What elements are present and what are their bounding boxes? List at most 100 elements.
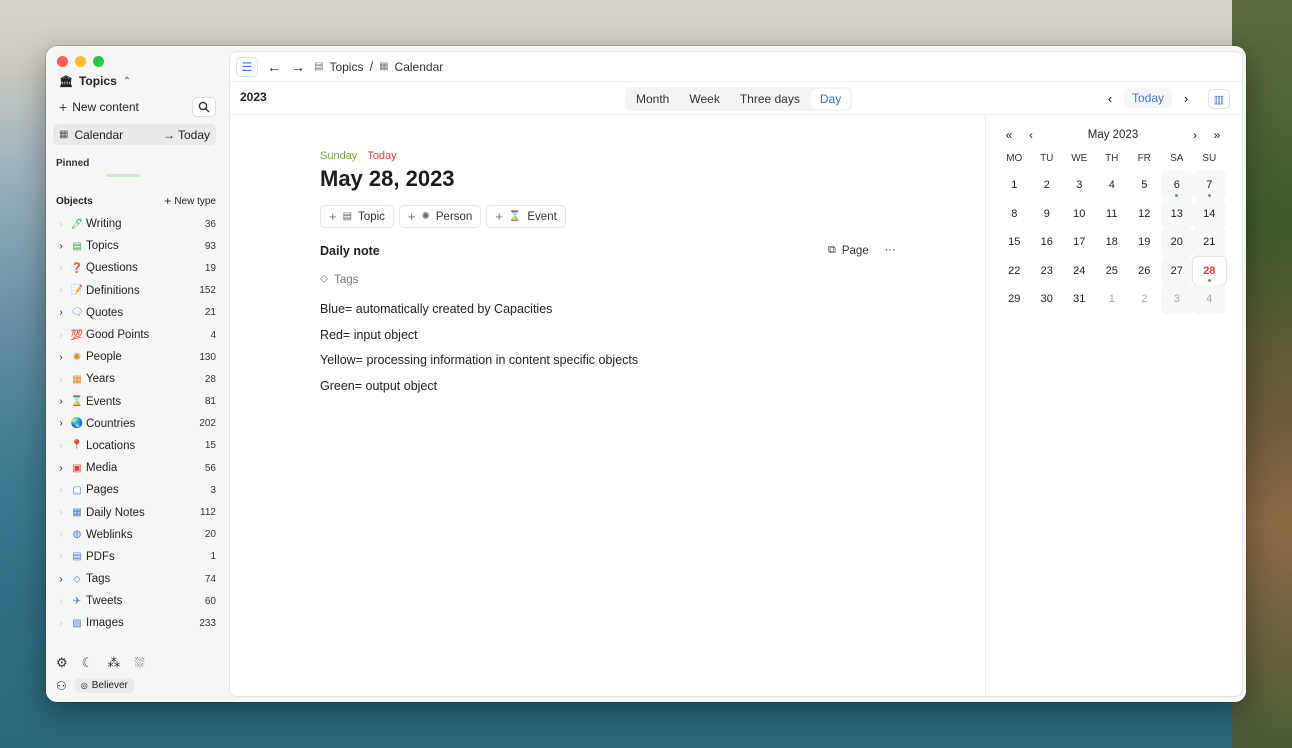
chevron-right-icon[interactable]: › <box>54 618 68 629</box>
day-cell[interactable]: 16 <box>1031 228 1064 257</box>
more-options-button[interactable]: ··· <box>880 241 900 259</box>
day-cell[interactable]: 15 <box>998 228 1031 257</box>
space-switcher[interactable]: 🏛 Topics ⌃ <box>59 74 131 88</box>
sidebar-item-people[interactable]: › ✺ People 130 <box>54 346 218 368</box>
sidebar-item-calendar[interactable]: ▦ Calendar → Today <box>53 124 216 145</box>
open-page-button[interactable]: ⧉ Page <box>828 244 869 257</box>
prev-month-button[interactable]: ‹ <box>1020 128 1042 142</box>
day-cell[interactable]: 14 <box>1193 199 1226 228</box>
breadcrumb-calendar[interactable]: Calendar <box>395 60 444 74</box>
note-body[interactable]: Blue= automatically created by Capacitie… <box>320 300 638 402</box>
sidebar-item-weblinks[interactable]: › ◍ Weblinks 20 <box>54 524 218 546</box>
chevron-right-icon[interactable]: › <box>54 352 68 363</box>
next-year-button[interactable]: » <box>1206 128 1228 142</box>
chevron-right-icon[interactable]: › <box>54 440 68 451</box>
day-cell[interactable]: 29 <box>998 285 1031 314</box>
day-cell[interactable]: 13 <box>1160 199 1193 228</box>
day-cell[interactable]: 5 <box>1128 171 1161 200</box>
day-cell[interactable]: 9 <box>1031 200 1064 229</box>
back-arrow-icon[interactable]: ← <box>266 59 282 75</box>
day-cell[interactable]: 20 <box>1160 228 1193 257</box>
sidebar-item-locations[interactable]: › 📍 Locations 15 <box>54 435 218 457</box>
sidebar-item-pdfs[interactable]: › ▤ PDFs 1 <box>54 546 218 568</box>
tab-month[interactable]: Month <box>627 89 678 109</box>
sidebar-item-tweets[interactable]: › ✈ Tweets 60 <box>54 590 218 612</box>
chevron-right-icon[interactable]: › <box>54 485 68 496</box>
day-cell[interactable]: 3 <box>1063 171 1096 200</box>
day-cell[interactable]: 23 <box>1031 257 1064 286</box>
chevron-right-icon[interactable]: › <box>54 330 68 341</box>
prev-day-button[interactable]: ‹ <box>1100 87 1120 109</box>
add-person-button[interactable]: + ✺ Person <box>398 205 482 228</box>
tab-three-days[interactable]: Three days <box>731 89 809 109</box>
day-cell[interactable]: 26 <box>1128 257 1161 286</box>
sidebar-item-topics[interactable]: › ▤ Topics 93 <box>54 235 218 257</box>
tags-field[interactable]: ⬦ Tags <box>320 273 358 286</box>
forward-arrow-icon[interactable]: → <box>290 59 306 75</box>
graph-icon[interactable]: ⁂ <box>107 655 120 671</box>
day-cell[interactable]: 12 <box>1128 200 1161 229</box>
day-cell[interactable]: 4 <box>1096 171 1129 200</box>
add-event-button[interactable]: + ⌛ Event <box>486 205 566 228</box>
close-window-button[interactable] <box>57 56 68 67</box>
chevron-right-icon[interactable]: › <box>54 263 68 274</box>
new-content-button[interactable]: + New content <box>53 97 186 117</box>
new-type-button[interactable]: + New type <box>164 194 216 208</box>
day-cell[interactable]: 27 <box>1160 256 1193 285</box>
sidebar-item-pages[interactable]: › ▢ Pages 3 <box>54 479 218 501</box>
sidebar-item-events[interactable]: › ⌛ Events 81 <box>54 391 218 413</box>
sidebar-item-media[interactable]: › ▣ Media 56 <box>54 457 218 479</box>
chevron-right-icon[interactable]: › <box>54 285 68 296</box>
sidebar-item-daily-notes[interactable]: › ▦ Daily Notes 112 <box>54 501 218 523</box>
chevron-right-icon[interactable]: › <box>54 418 68 429</box>
user-icon[interactable]: ⚇ <box>56 679 67 693</box>
day-cell[interactable]: 1 <box>1096 285 1129 314</box>
sidebar-item-images[interactable]: › ▨ Images 233 <box>54 612 218 634</box>
sidebar-item-writing[interactable]: › 🖊 Writing 36 <box>54 213 218 235</box>
day-cell[interactable]: 30 <box>1031 285 1064 314</box>
day-cell[interactable]: 8 <box>998 200 1031 229</box>
chevron-right-icon[interactable]: › <box>54 241 68 252</box>
sidebar-item-questions[interactable]: › ❓ Questions 19 <box>54 257 218 279</box>
chevron-right-icon[interactable]: › <box>54 307 68 318</box>
day-cell[interactable]: 10 <box>1063 200 1096 229</box>
tab-week[interactable]: Week <box>680 89 728 109</box>
day-cell[interactable]: 2 <box>1128 285 1161 314</box>
search-button[interactable] <box>192 97 216 117</box>
chevron-right-icon[interactable]: › <box>54 596 68 607</box>
day-cell[interactable]: 3 <box>1160 285 1193 314</box>
chevron-right-icon[interactable]: › <box>54 574 68 585</box>
tab-day[interactable]: Day <box>810 89 851 109</box>
next-month-button[interactable]: › <box>1184 128 1206 142</box>
prev-year-button[interactable]: « <box>998 128 1020 142</box>
day-cell[interactable]: 25 <box>1096 257 1129 286</box>
day-cell[interactable]: 21 <box>1193 228 1226 257</box>
chevron-right-icon[interactable]: › <box>54 507 68 518</box>
chevron-right-icon[interactable]: › <box>54 396 68 407</box>
day-cell[interactable]: 7 <box>1193 171 1226 200</box>
day-cell[interactable]: 18 <box>1096 228 1129 257</box>
day-cell[interactable]: 22 <box>998 257 1031 286</box>
day-cell[interactable]: 6 <box>1160 171 1193 200</box>
day-cell[interactable]: 24 <box>1063 257 1096 286</box>
day-cell[interactable]: 11 <box>1096 200 1129 229</box>
sidebar-item-good-points[interactable]: › 💯 Good Points 4 <box>54 324 218 346</box>
chevron-right-icon[interactable]: › <box>54 219 68 230</box>
today-button[interactable]: Today <box>1124 88 1173 108</box>
chevron-right-icon[interactable]: › <box>54 374 68 385</box>
sidebar-item-quotes[interactable]: › 🗨 Quotes 21 <box>54 302 218 324</box>
chevron-right-icon[interactable]: › <box>54 529 68 540</box>
user-badge[interactable]: ◎ Believer <box>74 678 134 693</box>
share-icon[interactable]: ⛆ <box>134 655 144 671</box>
day-cell[interactable]: 4 <box>1193 285 1226 314</box>
day-cell[interactable]: 19 <box>1128 228 1161 257</box>
day-cell[interactable]: 2 <box>1031 171 1064 200</box>
add-topic-button[interactable]: + ▤ Topic <box>320 205 394 228</box>
breadcrumb-topics[interactable]: Topics <box>329 60 363 74</box>
selected-day-cell[interactable]: 28 <box>1193 256 1226 285</box>
go-today-link[interactable]: → Today <box>163 128 210 142</box>
sidebar-item-countries[interactable]: › 🌏 Countries 202 <box>54 413 218 435</box>
sidebar-item-years[interactable]: › ▦ Years 28 <box>54 368 218 390</box>
sidebar-toggle-button[interactable]: ☰ <box>236 56 258 77</box>
chevron-right-icon[interactable]: › <box>54 551 68 562</box>
